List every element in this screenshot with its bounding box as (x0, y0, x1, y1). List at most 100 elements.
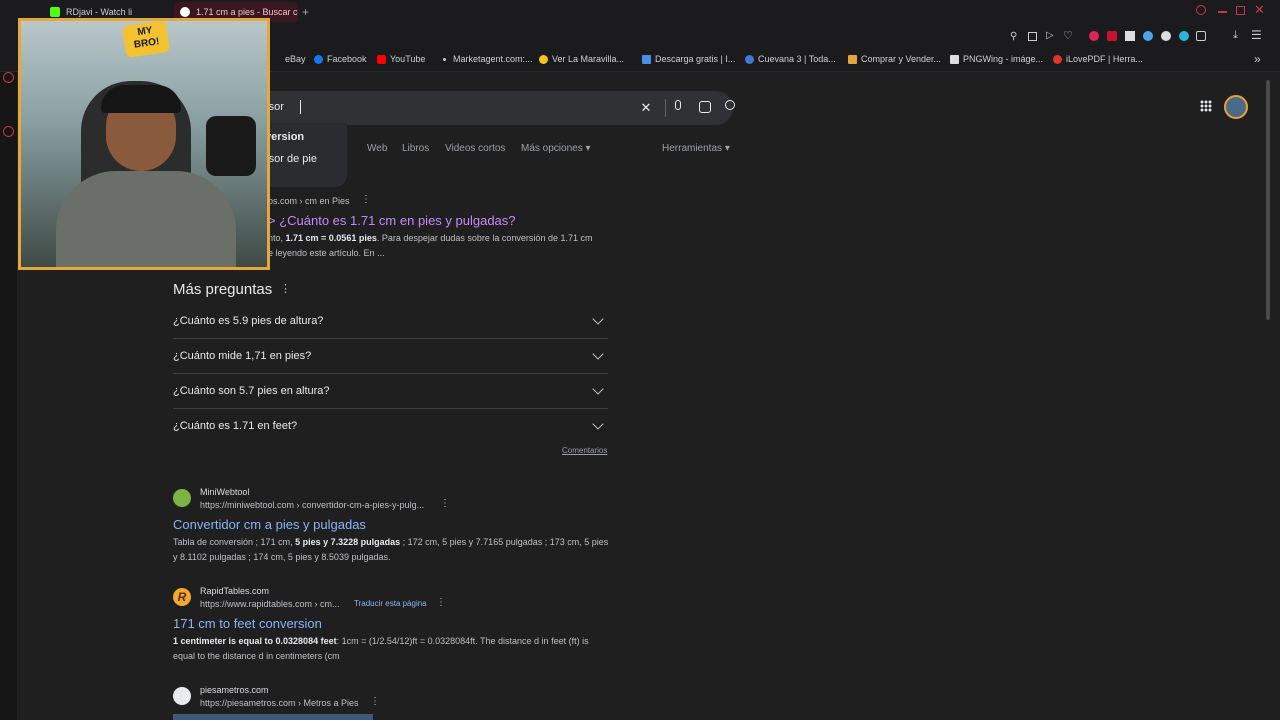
bookmark-pngwing[interactable]: PNGWing - imáge... (950, 54, 1043, 64)
chevron-down-icon (592, 348, 604, 360)
bookmark-descarga-gratis[interactable]: Descarga gratis | I... (642, 54, 735, 64)
result-title[interactable]: Convertidor cm a pies y pulgadas (173, 517, 366, 532)
result-site-name: MiniWebtool (200, 487, 250, 497)
shirt (56, 171, 236, 267)
more-options-icon[interactable]: ⋮ (440, 498, 450, 509)
microphone-icon[interactable] (675, 100, 681, 110)
more-options-icon[interactable]: ⋮ (370, 696, 380, 707)
kick-icon (50, 7, 60, 17)
filter-books[interactable]: Libros (402, 143, 429, 154)
extension-icon[interactable] (1161, 31, 1171, 41)
sidebar-app-icon[interactable] (3, 72, 14, 83)
hair (101, 85, 181, 113)
bookmark-comprar-vender[interactable]: Comprar y Vender... (848, 54, 941, 64)
apps-grid-icon[interactable] (1200, 100, 1212, 112)
shop-icon (848, 55, 857, 64)
sidebar-strip (0, 0, 18, 720)
feedback-link[interactable]: Comentarios (562, 446, 607, 455)
play-icon[interactable]: ▷ (1046, 30, 1054, 41)
result-title-partial[interactable] (173, 714, 373, 720)
scrollbar[interactable] (1266, 80, 1270, 320)
piesametros-icon (173, 687, 191, 705)
result-title[interactable]: 171 cm to feet conversion (173, 616, 322, 631)
chevron-down-icon (592, 313, 604, 325)
more-bookmarks-icon[interactable]: » (1254, 52, 1261, 66)
microphone (206, 116, 256, 176)
ilovepdf-icon (1053, 55, 1062, 64)
result-site-name: piesametros.com (200, 685, 269, 695)
bookmark-ebay[interactable]: eBay (272, 54, 306, 64)
cuevana-icon (745, 55, 754, 64)
extension-icon[interactable] (1089, 31, 1099, 41)
extension-icon[interactable] (1125, 31, 1135, 41)
minimize-icon[interactable] (1218, 11, 1227, 13)
tab-title: 1.71 cm a pies - Buscar co (196, 7, 298, 17)
avatar[interactable] (1224, 95, 1248, 119)
result-snippet: 1 centimeter is equal to 0.0328084 feet:… (173, 636, 589, 661)
bookmark-ver-la-maravilla[interactable]: Ver La Maravilla... (539, 54, 624, 64)
new-tab-button[interactable]: + (302, 5, 309, 19)
history-icon[interactable] (3, 126, 14, 137)
faq-item[interactable]: ¿Cuánto es 1.71 en feet? (173, 409, 608, 444)
faq-item[interactable]: ¿Cuánto es 5.9 pies de altura? (173, 304, 608, 339)
result-snippet: Tabla de conversión ; 171 cm, 5 pies y 7… (173, 537, 609, 562)
result-snippet: nto, 1.71 cm = 0.0561 pies. Para despeja… (268, 233, 593, 258)
more-options-icon[interactable]: ⋮ (361, 194, 371, 205)
more-options-icon[interactable]: ⋮ (280, 282, 291, 295)
lens-icon[interactable] (699, 101, 711, 113)
divider (665, 99, 666, 117)
bookmark-marketagent[interactable]: Marketagent.com:... (440, 54, 533, 64)
result-url: https://miniwebtool.com › convertidor-cm… (200, 500, 425, 510)
suggestion-item[interactable]: version (265, 131, 304, 143)
facebook-icon (314, 55, 323, 64)
filter-more-options[interactable]: Más opciones ▾ (521, 143, 591, 154)
search-tabs-icon[interactable] (1196, 5, 1206, 15)
filter-web[interactable]: Web (367, 143, 387, 154)
caret-down-icon: ▾ (585, 143, 591, 154)
suggestion-item[interactable]: rsor de pie (265, 153, 317, 165)
extension-icon[interactable] (1143, 31, 1153, 41)
google-icon (180, 7, 190, 17)
result-breadcrumb: os.com › cm en Pies (268, 196, 350, 206)
chevron-down-icon (592, 383, 604, 395)
result-title[interactable]: > ¿Cuánto es 1.71 cm en pies y pulgadas? (268, 213, 516, 228)
ublock-icon[interactable] (1107, 31, 1117, 41)
webcam-overlay: MY BRO! (18, 18, 270, 270)
result-url: https://www.rapidtables.com › cm... (200, 599, 340, 609)
caret-down-icon: ▾ (724, 143, 730, 154)
pin-icon[interactable]: ⚲ (1010, 31, 1017, 42)
search-icon[interactable] (725, 100, 735, 110)
my-bro-badge: MY BRO! (121, 21, 171, 58)
translate-link[interactable]: Traducir esta página (354, 599, 427, 608)
heart-icon[interactable]: ♡ (1063, 29, 1073, 42)
smiley-icon (539, 55, 548, 64)
menu-icon[interactable]: ☰ (1251, 28, 1262, 42)
maximize-icon[interactable] (1236, 6, 1245, 15)
chevron-down-icon (592, 418, 604, 430)
youtube-icon (377, 55, 386, 64)
tab-title: RDjavi - Watch li (66, 7, 133, 17)
bookmark-cuevana[interactable]: Cuevana 3 | Toda... (745, 54, 836, 64)
clear-icon[interactable]: ✕ (639, 101, 653, 115)
tools-button[interactable]: Herramientas ▾ (662, 143, 730, 154)
close-window-icon[interactable]: ✕ (1254, 2, 1265, 18)
download-icon[interactable]: ⤓ (1233, 29, 1238, 42)
more-options-icon[interactable]: ⋮ (436, 597, 446, 608)
snapshot-icon[interactable] (1028, 32, 1037, 41)
faq-heading: Más preguntas (173, 281, 273, 298)
extensions-icon[interactable] (1196, 31, 1206, 41)
bookmark-youtube[interactable]: YouTube (377, 54, 425, 64)
descarga-icon (642, 55, 651, 64)
extension-icon[interactable] (1179, 31, 1189, 41)
result-site-name: RapidTables.com (200, 586, 270, 596)
pngwing-icon (950, 55, 959, 64)
faq-item[interactable]: ¿Cuánto mide 1,71 en pies? (173, 339, 608, 374)
faq-item[interactable]: ¿Cuánto son 5.7 pies en altura? (173, 374, 608, 409)
text-cursor (300, 100, 301, 114)
bookmark-facebook[interactable]: Facebook (314, 54, 367, 64)
filter-short-videos[interactable]: Videos cortos (445, 143, 505, 154)
result-url: https://piesametros.com › Metros a Pies (200, 698, 359, 708)
marketagent-icon (443, 58, 446, 61)
miniwebtool-icon (173, 489, 191, 507)
bookmark-ilovepdf[interactable]: iLovePDF | Herra... (1053, 54, 1143, 64)
